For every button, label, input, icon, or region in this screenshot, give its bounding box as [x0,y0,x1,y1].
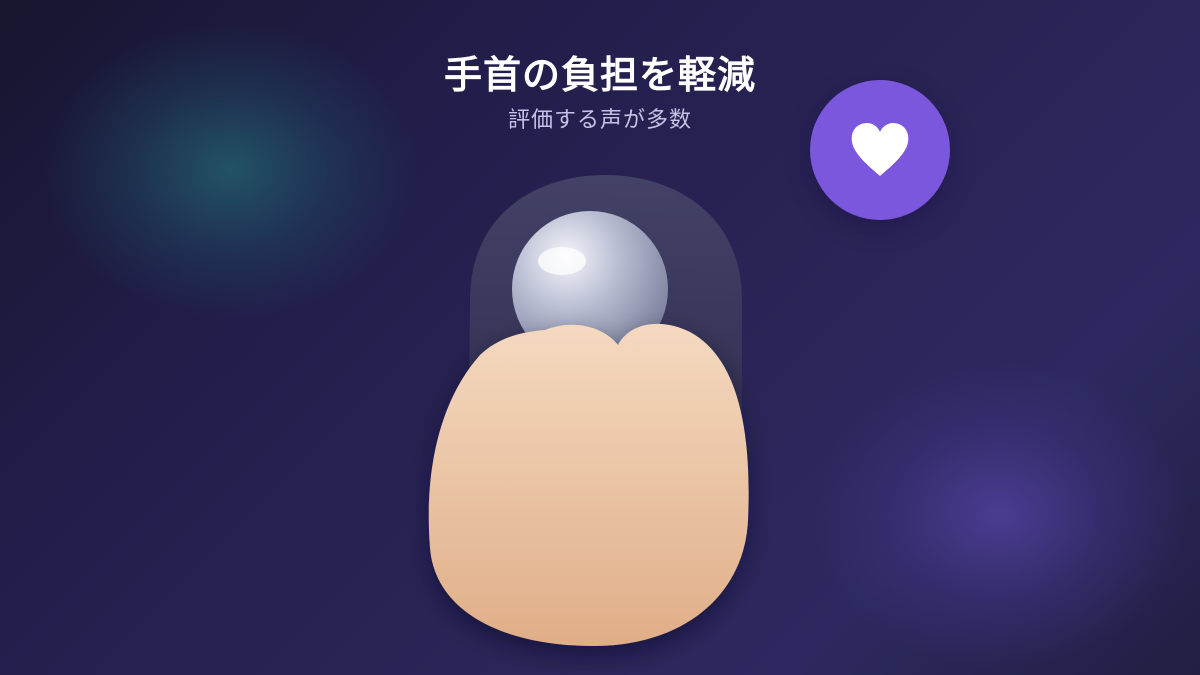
slide-canvas: 手首の負担を軽減 評価する声が多数 [0,0,1200,675]
heart-badge [810,80,950,220]
finger-icon [428,323,749,646]
heart-icon [851,123,909,176]
trackball-illustration [428,175,749,646]
